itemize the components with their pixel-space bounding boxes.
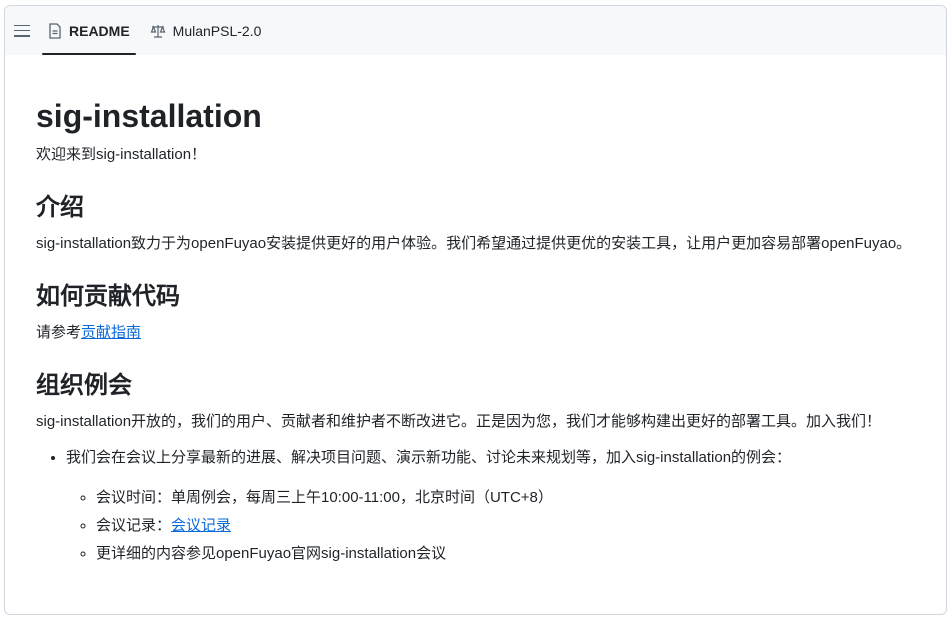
tab-bar: README MulanPSL-2.0 xyxy=(5,6,946,55)
list-item: 会议时间：单周例会，每周三上午10:00-11:00，北京时间（UTC+8） xyxy=(96,486,915,510)
intro-heading: 介绍 xyxy=(36,194,84,221)
contribute-heading: 如何贡献代码 xyxy=(36,283,180,310)
tab-license-label: MulanPSL-2.0 xyxy=(172,22,262,39)
welcome-text: 欢迎来到sig-installation！ xyxy=(36,146,207,163)
contribute-prefix: 请参考 xyxy=(36,324,82,341)
contribute-guide-link[interactable]: 贡献指南 xyxy=(81,324,141,341)
scale-icon xyxy=(150,24,166,38)
intro-text: sig-installation致力于为openFuyao安装提供更好的用户体验… xyxy=(36,235,912,252)
list-item: 我们会在会议上分享最新的进展、解决项目问题、演示新功能、讨论未来规划等，加入si… xyxy=(66,446,915,566)
tab-readme-label: README xyxy=(69,22,130,39)
list-item: 会议记录：会议记录 xyxy=(96,514,915,538)
readme-content: sig-installation 欢迎来到sig-installation！ 介… xyxy=(5,55,946,580)
contribute-text: 请参考贡献指南 xyxy=(36,321,915,345)
page-title: sig-installation xyxy=(36,98,262,134)
list-item: 更详细的内容参见openFuyao官网sig-installation会议 xyxy=(96,542,915,566)
record-prefix: 会议记录： xyxy=(96,517,172,534)
readme-panel: README MulanPSL-2.0 sig-installation 欢迎来… xyxy=(4,5,947,615)
meeting-record-link[interactable]: 会议记录 xyxy=(171,517,231,534)
meeting-bullet-text: 我们会在会议上分享最新的进展、解决项目问题、演示新功能、讨论未来规划等，加入si… xyxy=(66,449,792,466)
meeting-heading: 组织例会 xyxy=(36,372,132,399)
meeting-list: 我们会在会议上分享最新的进展、解决项目问题、演示新功能、讨论未来规划等，加入si… xyxy=(36,446,915,566)
menu-icon[interactable] xyxy=(14,24,30,37)
tab-readme[interactable]: README xyxy=(42,6,136,55)
file-icon xyxy=(49,22,61,39)
meeting-text: sig-installation开放的，我们的用户、贡献者和维护者不断改进它。正… xyxy=(36,413,882,430)
tab-license[interactable]: MulanPSL-2.0 xyxy=(144,6,268,55)
